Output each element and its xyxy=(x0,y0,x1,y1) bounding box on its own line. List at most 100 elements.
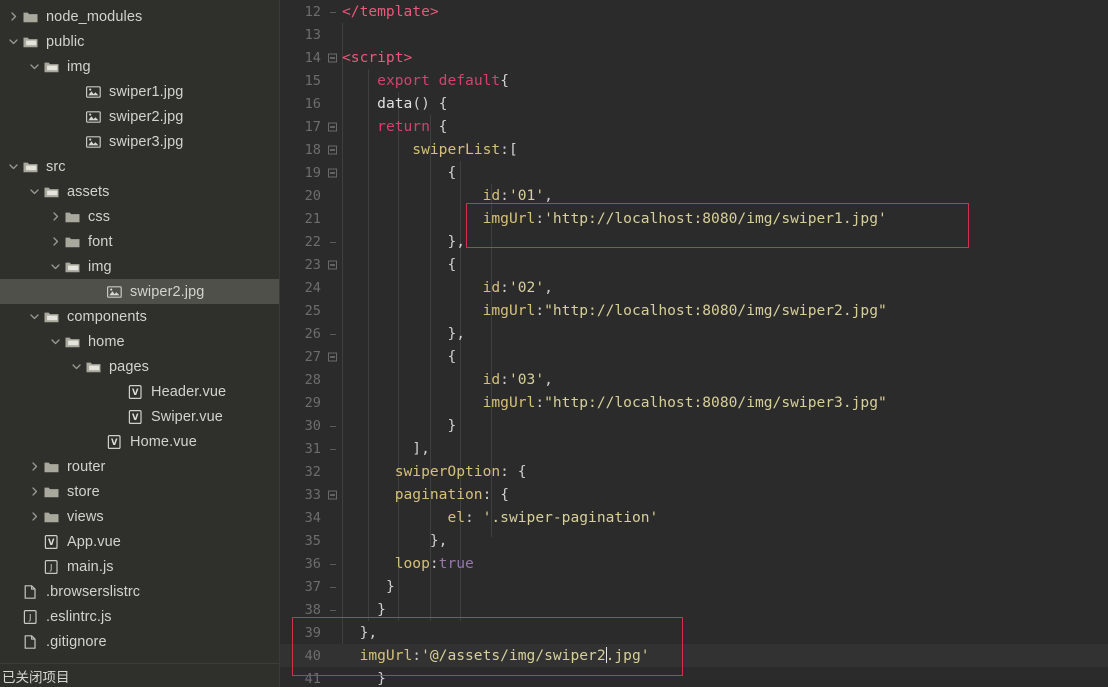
tree-item-swiper1-jpg[interactable]: swiper1.jpg xyxy=(0,79,280,104)
code-text[interactable]: } xyxy=(342,417,456,434)
code-editor[interactable]: 12 </template> 13 14 <script> 15 export defau… xyxy=(280,0,1108,687)
code-line-31[interactable]: 31 ], xyxy=(280,437,1108,460)
code-text[interactable]: imgUrl:'http://localhost:8080/img/swiper… xyxy=(342,210,887,227)
chevron-down-icon[interactable] xyxy=(27,309,42,324)
code-text[interactable]: return { xyxy=(342,118,447,135)
code-text[interactable]: }, xyxy=(342,325,465,342)
code-lines[interactable]: 12 </template> 13 14 <script> 15 export defau… xyxy=(280,0,1108,687)
code-line-14[interactable]: 14 <script> xyxy=(280,46,1108,69)
code-text[interactable]: imgUrl:"http://localhost:8080/img/swiper… xyxy=(342,302,887,319)
tree-item-store[interactable]: store xyxy=(0,479,280,504)
code-text[interactable]: swiperOption: { xyxy=(342,463,527,480)
chevron-right-icon[interactable] xyxy=(27,509,42,524)
code-line-25[interactable]: 25 imgUrl:"http://localhost:8080/img/swi… xyxy=(280,299,1108,322)
tree-item-src[interactable]: src xyxy=(0,154,280,179)
code-line-41[interactable]: 41 } xyxy=(280,667,1108,687)
code-line-15[interactable]: 15 export default{ xyxy=(280,69,1108,92)
tree-item-eslintrc-js[interactable]: J .eslintrc.js xyxy=(0,604,280,629)
code-text[interactable]: id:'03', xyxy=(342,371,553,388)
tree-item-home-vue[interactable]: V Home.vue xyxy=(0,429,280,454)
file-tree[interactable]: node_modules public img swiper1.jpg swiper2.… xyxy=(0,0,280,654)
code-line-28[interactable]: 28 id:'03', xyxy=(280,368,1108,391)
code-text[interactable]: <script> xyxy=(342,49,412,66)
tree-item-img[interactable]: img xyxy=(0,254,280,279)
tree-item-gitignore[interactable]: .gitignore xyxy=(0,629,280,654)
code-text[interactable]: }, xyxy=(342,233,465,250)
code-line-22[interactable]: 22 }, xyxy=(280,230,1108,253)
tree-item-public[interactable]: public xyxy=(0,29,280,54)
tree-item-node-modules[interactable]: node_modules xyxy=(0,4,280,29)
tree-item-main-js[interactable]: Jmain.js xyxy=(0,554,280,579)
chevron-right-icon[interactable] xyxy=(27,484,42,499)
chevron-right-icon[interactable] xyxy=(6,9,21,24)
tree-item-header-vue[interactable]: V Header.vue xyxy=(0,379,280,404)
code-line-30[interactable]: 30 } xyxy=(280,414,1108,437)
code-line-26[interactable]: 26 }, xyxy=(280,322,1108,345)
code-line-24[interactable]: 24 id:'02', xyxy=(280,276,1108,299)
code-line-33[interactable]: 33 pagination: { xyxy=(280,483,1108,506)
code-line-36[interactable]: 36 loop:true xyxy=(280,552,1108,575)
code-text[interactable]: swiperList:[ xyxy=(342,141,517,158)
code-text[interactable]: }, xyxy=(342,532,448,549)
code-line-16[interactable]: 16 data() { xyxy=(280,92,1108,115)
code-text[interactable]: id:'01', xyxy=(342,187,553,204)
code-text[interactable]: }, xyxy=(342,624,378,641)
tree-item-font[interactable]: font xyxy=(0,229,280,254)
tree-item-router[interactable]: router xyxy=(0,454,280,479)
code-line-19[interactable]: 19 { xyxy=(280,161,1108,184)
code-line-39[interactable]: 39 }, xyxy=(280,621,1108,644)
code-text[interactable]: el: '.swiper-pagination' xyxy=(342,509,658,526)
code-text[interactable]: { xyxy=(342,348,456,365)
tree-item-swiper3-jpg[interactable]: swiper3.jpg xyxy=(0,129,280,154)
tree-item-img[interactable]: img xyxy=(0,54,280,79)
code-text[interactable]: </template> xyxy=(342,3,439,20)
code-line-29[interactable]: 29 imgUrl:"http://localhost:8080/img/swi… xyxy=(280,391,1108,414)
chevron-down-icon[interactable] xyxy=(48,259,63,274)
code-text[interactable]: export default{ xyxy=(342,72,509,89)
code-text[interactable]: imgUrl:'@/assets/img/swiper2.jpg' xyxy=(342,647,650,664)
code-text[interactable]: pagination: { xyxy=(342,486,509,503)
code-text[interactable]: } xyxy=(342,670,386,687)
chevron-right-icon[interactable] xyxy=(48,209,63,224)
tree-item-swiper2-jpg[interactable]: swiper2.jpg xyxy=(0,279,280,304)
code-text[interactable]: { xyxy=(342,164,456,181)
code-line-12[interactable]: 12 </template> xyxy=(280,0,1108,23)
chevron-down-icon[interactable] xyxy=(6,159,21,174)
tree-item-app-vue[interactable]: V App.vue xyxy=(0,529,280,554)
code-text[interactable]: id:'02', xyxy=(342,279,553,296)
chevron-down-icon[interactable] xyxy=(27,59,42,74)
chevron-right-icon[interactable] xyxy=(27,459,42,474)
chevron-down-icon[interactable] xyxy=(27,184,42,199)
tree-item-swiper-vue[interactable]: V Swiper.vue xyxy=(0,404,280,429)
code-line-37[interactable]: 37 } xyxy=(280,575,1108,598)
code-line-23[interactable]: 23 { xyxy=(280,253,1108,276)
code-line-38[interactable]: 38 } xyxy=(280,598,1108,621)
code-text[interactable]: } xyxy=(342,578,395,595)
chevron-down-icon[interactable] xyxy=(6,34,21,49)
code-text[interactable]: ], xyxy=(342,440,430,457)
chevron-right-icon[interactable] xyxy=(48,234,63,249)
tree-item-assets[interactable]: assets xyxy=(0,179,280,204)
code-line-13[interactable]: 13 xyxy=(280,23,1108,46)
tree-item-home[interactable]: home xyxy=(0,329,280,354)
tree-item-swiper2-jpg[interactable]: swiper2.jpg xyxy=(0,104,280,129)
code-text[interactable]: data() { xyxy=(342,95,447,112)
code-line-17[interactable]: 17 return { xyxy=(280,115,1108,138)
tree-item-components[interactable]: components xyxy=(0,304,280,329)
code-line-20[interactable]: 20 id:'01', xyxy=(280,184,1108,207)
code-text[interactable]: { xyxy=(342,256,456,273)
code-line-34[interactable]: 34 el: '.swiper-pagination' xyxy=(280,506,1108,529)
code-line-35[interactable]: 35 }, xyxy=(280,529,1108,552)
code-text[interactable]: loop:true xyxy=(342,555,474,572)
chevron-down-icon[interactable] xyxy=(69,359,84,374)
tree-item-views[interactable]: views xyxy=(0,504,280,529)
tree-item-css[interactable]: css xyxy=(0,204,280,229)
code-text[interactable]: imgUrl:"http://localhost:8080/img/swiper… xyxy=(342,394,887,411)
chevron-down-icon[interactable] xyxy=(48,334,63,349)
code-text[interactable]: } xyxy=(342,601,386,618)
tree-item-pages[interactable]: pages xyxy=(0,354,280,379)
project-explorer-sidebar[interactable]: node_modules public img swiper1.jpg swiper2.… xyxy=(0,0,280,687)
tree-item-browserslistrc[interactable]: .browserslistrc xyxy=(0,579,280,604)
code-line-32[interactable]: 32 swiperOption: { xyxy=(280,460,1108,483)
code-line-18[interactable]: 18 swiperList:[ xyxy=(280,138,1108,161)
